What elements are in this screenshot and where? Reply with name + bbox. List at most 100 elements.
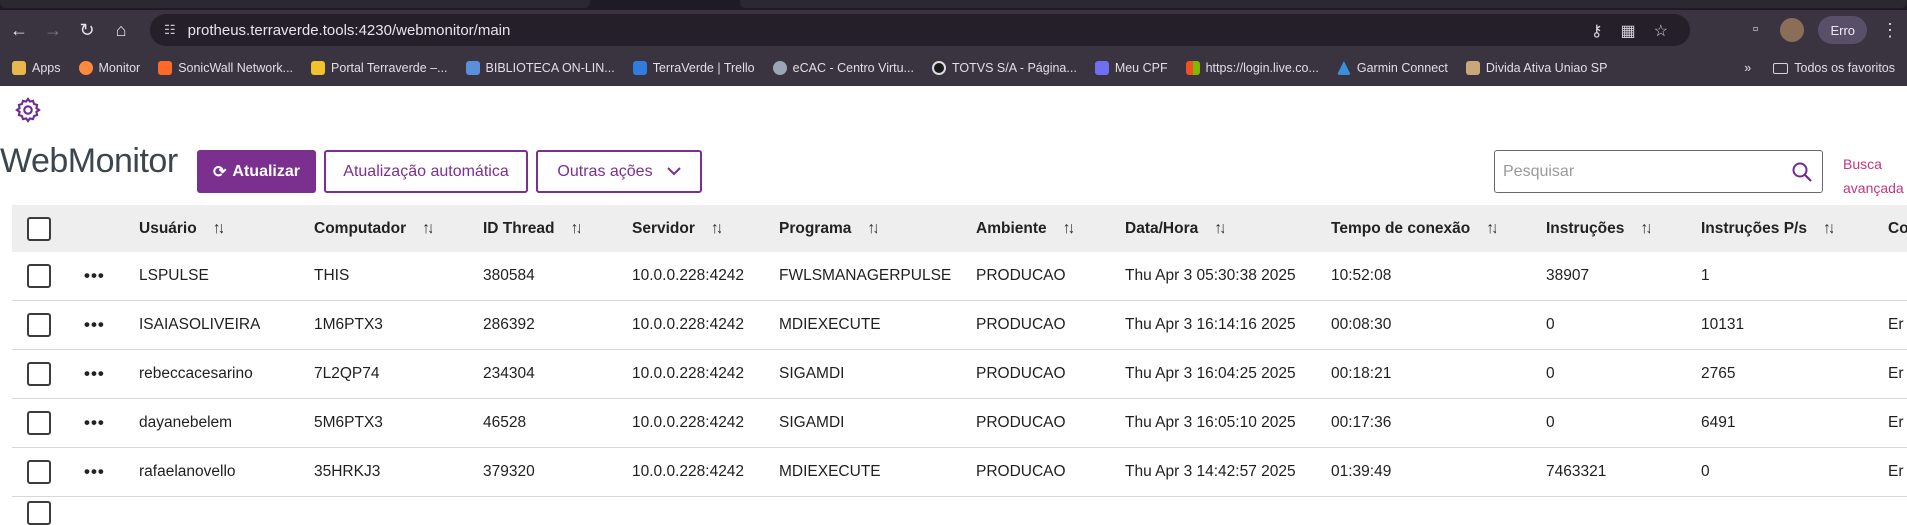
bookmark-item[interactable]: TerraVerde | Trello [632,61,755,75]
row-checkbox-cell [27,399,51,447]
cell-instrucoes: 38907 [1546,267,1590,284]
cell-servidor: 10.0.0.228:4242 [632,463,745,480]
sort-icon[interactable]: ↑↓ [1063,220,1073,238]
back-icon[interactable]: ← [4,15,34,45]
row-actions-icon[interactable]: ••• [84,301,105,349]
sort-icon[interactable]: ↑↓ [1214,220,1224,238]
address-bar[interactable]: ☷ protheus.terraverde.tools:4230/webmoni… [150,14,1690,46]
bookmark-item[interactable]: Monitor [78,61,140,75]
table-row[interactable]: ••• ISAIASOLIVEIRA 1M6PTX3 286392 10.0.0.228… [12,301,1907,350]
auto-refresh-button[interactable]: Atualização automática [324,150,528,193]
apps-grid-icon [12,61,26,75]
header-usuario[interactable]: Usuário ↑↓ [139,205,223,252]
table-row[interactable]: ••• rafaelanovello 35HRKJ3 379320 10.0.0.228… [12,448,1907,497]
cell-truncated [1888,252,1907,300]
sort-icon[interactable]: ↑↓ [1640,220,1650,238]
row-actions-icon[interactable]: ••• [84,350,105,398]
more-actions-button[interactable]: Outras ações [536,150,702,193]
browser-menu-icon[interactable]: ⋮ [1881,20,1899,41]
refresh-icon: ⟳ [213,163,227,181]
sort-icon[interactable]: ↑↓ [213,220,223,238]
bookmark-label: https://login.live.co... [1205,61,1319,75]
row-actions-icon[interactable]: ••• [84,448,105,496]
home-icon[interactable]: ⌂ [106,15,136,45]
header-servidor[interactable]: Servidor ↑↓ [632,205,721,252]
sort-icon[interactable]: ↑↓ [711,220,721,238]
table-row[interactable]: ••• dayanebelem 5M6PTX3 46528 10.0.0.228:424… [12,399,1907,448]
table-row [12,497,1907,525]
browser-tab[interactable] [0,0,590,8]
row-checkbox[interactable] [27,264,51,288]
reload-icon[interactable]: ↻ [72,15,102,45]
bookmark-item[interactable]: https://login.live.co... [1185,61,1319,75]
extensions-icon[interactable]: ▫ [1744,21,1766,39]
column-label: Co [1888,219,1907,237]
folder-icon [1773,62,1789,74]
bookmark-item[interactable]: eCAC - Centro Virtu... [772,61,914,75]
bookmark-star-icon[interactable]: ☆ [1654,21,1668,41]
row-actions-icon[interactable]: ••• [84,252,105,300]
header-instrucoes-ps[interactable]: Instruções P/s ↑↓ [1701,205,1833,252]
header-programa[interactable]: Programa ↑↓ [779,205,877,252]
bookmark-item[interactable]: Garmin Connect [1336,61,1448,75]
sort-icon[interactable]: ↑↓ [422,220,432,238]
bookmarks-bar: Apps Monitor SonicWall Network... Portal… [0,50,1907,86]
sort-icon[interactable]: ↑↓ [1823,220,1833,238]
browser-tab[interactable] [740,0,1907,8]
bookmark-item[interactable]: Meu CPF [1094,61,1168,75]
header-instrucoes[interactable]: Instruções ↑↓ [1546,205,1650,252]
address-url[interactable]: protheus.terraverde.tools:4230/webmonito… [188,22,511,39]
cell-tempo-conexao: 00:18:21 [1331,365,1392,382]
header-data-hora[interactable]: Data/Hora ↑↓ [1125,205,1224,252]
sort-icon[interactable]: ↑↓ [1486,220,1496,238]
sort-icon[interactable]: ↑↓ [570,220,580,238]
gear-icon[interactable] [14,96,42,124]
totvs-favicon-icon [931,61,946,75]
row-actions-icon[interactable]: ••• [84,399,105,447]
all-bookmarks-button[interactable]: Todos os favoritos [1773,61,1895,75]
cell-ambiente: PRODUCAO [976,316,1066,333]
cell-instrucoes-ps: 1 [1701,267,1710,284]
bookmark-item[interactable]: TOTVS S/A - Página... [931,61,1077,75]
bookmark-item[interactable]: Divida Ativa Uniao SP [1465,61,1607,75]
row-checkbox[interactable] [27,313,51,337]
header-computador[interactable]: Computador ↑↓ [314,205,432,252]
row-checkbox[interactable] [27,362,51,386]
forward-icon[interactable]: → [38,15,68,45]
refresh-button[interactable]: ⟳ Atualizar [197,150,316,193]
bookmark-item[interactable]: Portal Terraverde –... [311,61,448,75]
row-checkbox[interactable] [27,501,51,525]
select-all-checkbox[interactable] [27,216,51,241]
site-info-icon[interactable]: ☷ [164,22,176,38]
row-checkbox[interactable] [27,411,51,435]
bookmarks-overflow-icon[interactable]: » [1744,61,1751,75]
header-tempo-conexao[interactable]: Tempo de conexão ↑↓ [1331,205,1496,252]
advanced-search-link[interactable]: Busca avançada [1843,152,1907,200]
bookmark-item[interactable]: Apps [12,61,61,75]
search-input[interactable] [1503,162,1782,181]
header-truncated[interactable]: Co [1888,205,1907,252]
row-checkbox[interactable] [27,460,51,484]
bookmark-item[interactable]: SonicWall Network... [158,61,293,75]
header-id-thread[interactable]: ID Thread ↑↓ [483,205,580,252]
microsoft-favicon-icon [1185,61,1200,75]
sort-icon[interactable]: ↑↓ [867,220,877,238]
bookmark-label: Portal Terraverde –... [331,61,448,75]
translate-icon[interactable]: ▦ [1621,21,1636,41]
browser-tab-strip [0,0,1907,10]
cell-instrucoes-ps: 6491 [1701,414,1736,431]
profile-error-badge[interactable]: Erro [1818,16,1867,44]
password-key-icon[interactable]: ⚷ [1591,21,1603,41]
cell-instrucoes-ps: 2765 [1701,365,1736,382]
avatar[interactable] [1780,18,1805,42]
header-ambiente[interactable]: Ambiente ↑↓ [976,205,1073,252]
cell-ambiente: PRODUCAO [976,463,1066,480]
cell-usuario: LSPULSE [139,267,209,284]
search-icon[interactable] [1782,152,1822,192]
search-box [1494,150,1823,193]
bookmark-item[interactable]: BIBLIOTECA ON-LIN... [465,61,615,75]
cell-usuario: rebeccacesarino [139,365,253,382]
cell-instrucoes-ps: 0 [1701,463,1710,480]
table-row[interactable]: ••• LSPULSE THIS 380584 10.0.0.228:4242 FWLSM… [12,252,1907,301]
table-row[interactable]: ••• rebeccacesarino 7L2QP74 234304 10.0.0.22… [12,350,1907,399]
